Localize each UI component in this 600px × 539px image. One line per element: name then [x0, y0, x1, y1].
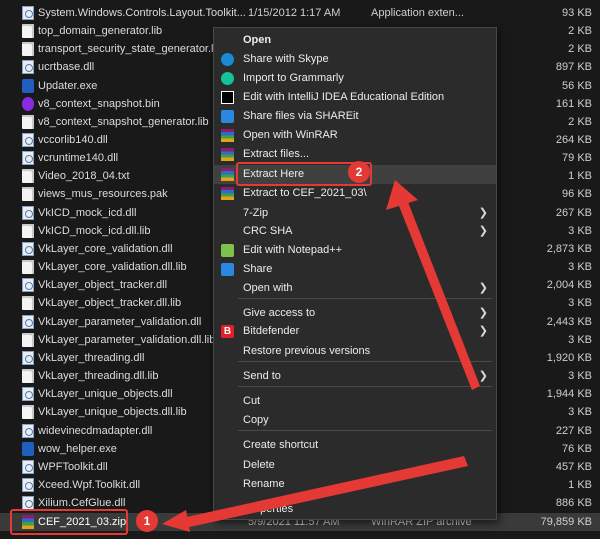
step-2-badge: 2 — [348, 161, 370, 183]
annotation-arrows — [162, 180, 480, 532]
arrow-to-extract-here — [399, 202, 480, 390]
step-1-badge: 1 — [136, 510, 158, 532]
arrow-to-zip-file — [182, 456, 468, 528]
arrow-to-zip-file-head — [162, 510, 190, 532]
